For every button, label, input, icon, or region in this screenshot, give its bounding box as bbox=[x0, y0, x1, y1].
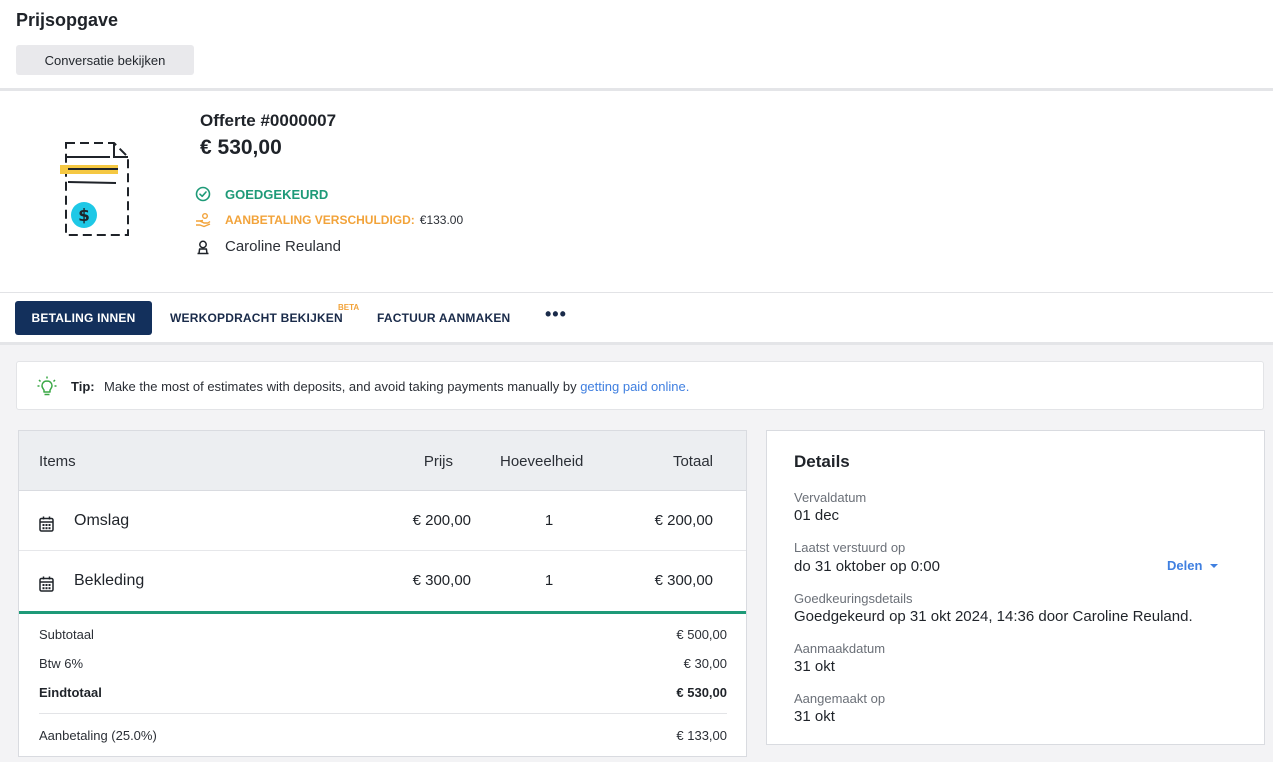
divider bbox=[0, 342, 1273, 345]
subtotal-label: Subtotaal bbox=[39, 627, 94, 642]
tip-banner: Tip: Make the most of estimates with dep… bbox=[16, 361, 1264, 410]
approval-details-label: Goedkeuringsdetails bbox=[794, 591, 913, 606]
share-label: Delen bbox=[1167, 558, 1203, 573]
deposit-value: € 133,00 bbox=[676, 728, 727, 743]
tax-value: € 30,00 bbox=[683, 656, 727, 671]
quote-number: Offerte #0000007 bbox=[200, 111, 337, 130]
details-panel: Details Vervaldatum 01 dec Laatst verstu… bbox=[766, 430, 1265, 745]
deposit-due-amount: €133.00 bbox=[419, 213, 464, 227]
beta-badge: BETA bbox=[338, 303, 360, 312]
share-dropdown[interactable]: Delen bbox=[1167, 558, 1219, 573]
getting-paid-online-link[interactable]: getting paid online. bbox=[580, 379, 689, 394]
column-header-quantity: Hoeveelheid bbox=[500, 453, 584, 470]
due-date-label: Vervaldatum bbox=[794, 490, 867, 505]
estimate-document-icon: $ bbox=[60, 142, 129, 236]
tip-message: Make the most of estimates with deposits… bbox=[104, 379, 577, 394]
item-name: Omslag bbox=[74, 512, 130, 529]
more-options-icon[interactable]: ••• bbox=[545, 305, 567, 323]
svg-text:$: $ bbox=[78, 206, 90, 226]
grand-total-value: € 530,00 bbox=[676, 685, 727, 700]
item-quantity: 1 bbox=[544, 572, 554, 589]
item-total: € 200,00 bbox=[654, 512, 713, 529]
table-row[interactable]: Omslag € 200,00 1 € 200,00 bbox=[19, 491, 746, 551]
subtotal-value: € 500,00 bbox=[676, 627, 727, 642]
view-conversation-button[interactable]: Conversatie bekijken bbox=[16, 45, 194, 75]
tip-label: Tip: bbox=[71, 379, 95, 394]
due-date-value: 01 dec bbox=[794, 507, 840, 524]
item-total: € 300,00 bbox=[654, 572, 713, 589]
deposit-label: Aanbetaling (25.0%) bbox=[39, 728, 157, 743]
client-name[interactable]: Caroline Reuland bbox=[225, 238, 341, 255]
quote-amount: € 530,00 bbox=[200, 136, 282, 159]
deposit-row: Aanbetaling (25.0%) € 133,00 bbox=[39, 728, 727, 743]
table-header: Items Prijs Hoeveelheid Totaal bbox=[19, 431, 746, 491]
caret-down-icon bbox=[1210, 563, 1219, 568]
item-quantity: 1 bbox=[544, 512, 554, 529]
view-work-order-button[interactable]: WERKOPDRACHT BEKIJKEN bbox=[170, 311, 343, 325]
grand-total-label: Eindtotaal bbox=[39, 685, 102, 700]
tax-row: Btw 6% € 30,00 bbox=[39, 656, 727, 671]
status-deposit-due: AANBETALING VERSCHULDIGD: €133.00 bbox=[195, 212, 463, 228]
divider bbox=[19, 611, 746, 614]
item-price: € 200,00 bbox=[412, 512, 471, 529]
status-approved-label: GOEDGEKEURD bbox=[225, 186, 329, 202]
deposit-due-label: AANBETALING VERSCHULDIGD: bbox=[225, 213, 415, 227]
page-header: Prijsopgave Conversatie bekijken bbox=[0, 0, 1273, 88]
table-row[interactable]: Bekleding € 300,00 1 € 300,00 bbox=[19, 551, 746, 611]
calendar-icon bbox=[39, 516, 54, 532]
line-items-table: Items Prijs Hoeveelheid Totaal Omslag € … bbox=[18, 430, 747, 757]
column-header-total: Totaal bbox=[672, 453, 713, 470]
page-title: Prijsopgave bbox=[16, 10, 119, 30]
column-header-price: Prijs bbox=[423, 453, 453, 470]
hand-coins-icon bbox=[196, 213, 211, 228]
collect-payment-button[interactable]: BETALING INNEN bbox=[15, 301, 152, 335]
calendar-icon bbox=[39, 576, 54, 592]
created-date-label: Aanmaakdatum bbox=[794, 641, 886, 656]
created-on-label: Aangemaakt op bbox=[794, 691, 886, 706]
tax-label: Btw 6% bbox=[39, 656, 84, 671]
approval-details-value: Goedgekeurd op 31 okt 2024, 14:36 door C… bbox=[794, 608, 1193, 625]
subtotal-row: Subtotaal € 500,00 bbox=[39, 627, 727, 642]
item-price: € 300,00 bbox=[412, 572, 471, 589]
client-row: Caroline Reuland bbox=[195, 238, 341, 255]
lightbulb-icon bbox=[37, 376, 57, 396]
action-bar: BETALING INNEN WERKOPDRACHT BEKIJKEN BET… bbox=[0, 293, 1273, 342]
grand-total-row: Eindtotaal € 530,00 bbox=[39, 685, 727, 700]
last-sent-label: Laatst verstuurd op bbox=[794, 540, 906, 555]
column-header-items: Items bbox=[39, 453, 76, 470]
check-circle-icon bbox=[195, 186, 211, 202]
item-name: Bekleding bbox=[74, 572, 145, 589]
last-sent-value: do 31 oktober op 0:00 bbox=[794, 558, 940, 575]
created-on-value: 31 okt bbox=[794, 708, 835, 725]
create-invoice-button[interactable]: FACTUUR AANMAKEN bbox=[377, 311, 510, 325]
tip-text: Make the most of estimates with deposits… bbox=[104, 379, 689, 394]
person-icon bbox=[197, 240, 209, 254]
quote-summary: $ Offerte #0000007 € 530,00 GOEDGEKEURD … bbox=[0, 91, 1273, 293]
divider bbox=[39, 713, 727, 714]
created-date-value: 31 okt bbox=[794, 658, 835, 675]
details-title: Details bbox=[794, 452, 850, 471]
status-approved: GOEDGEKEURD bbox=[195, 186, 328, 202]
